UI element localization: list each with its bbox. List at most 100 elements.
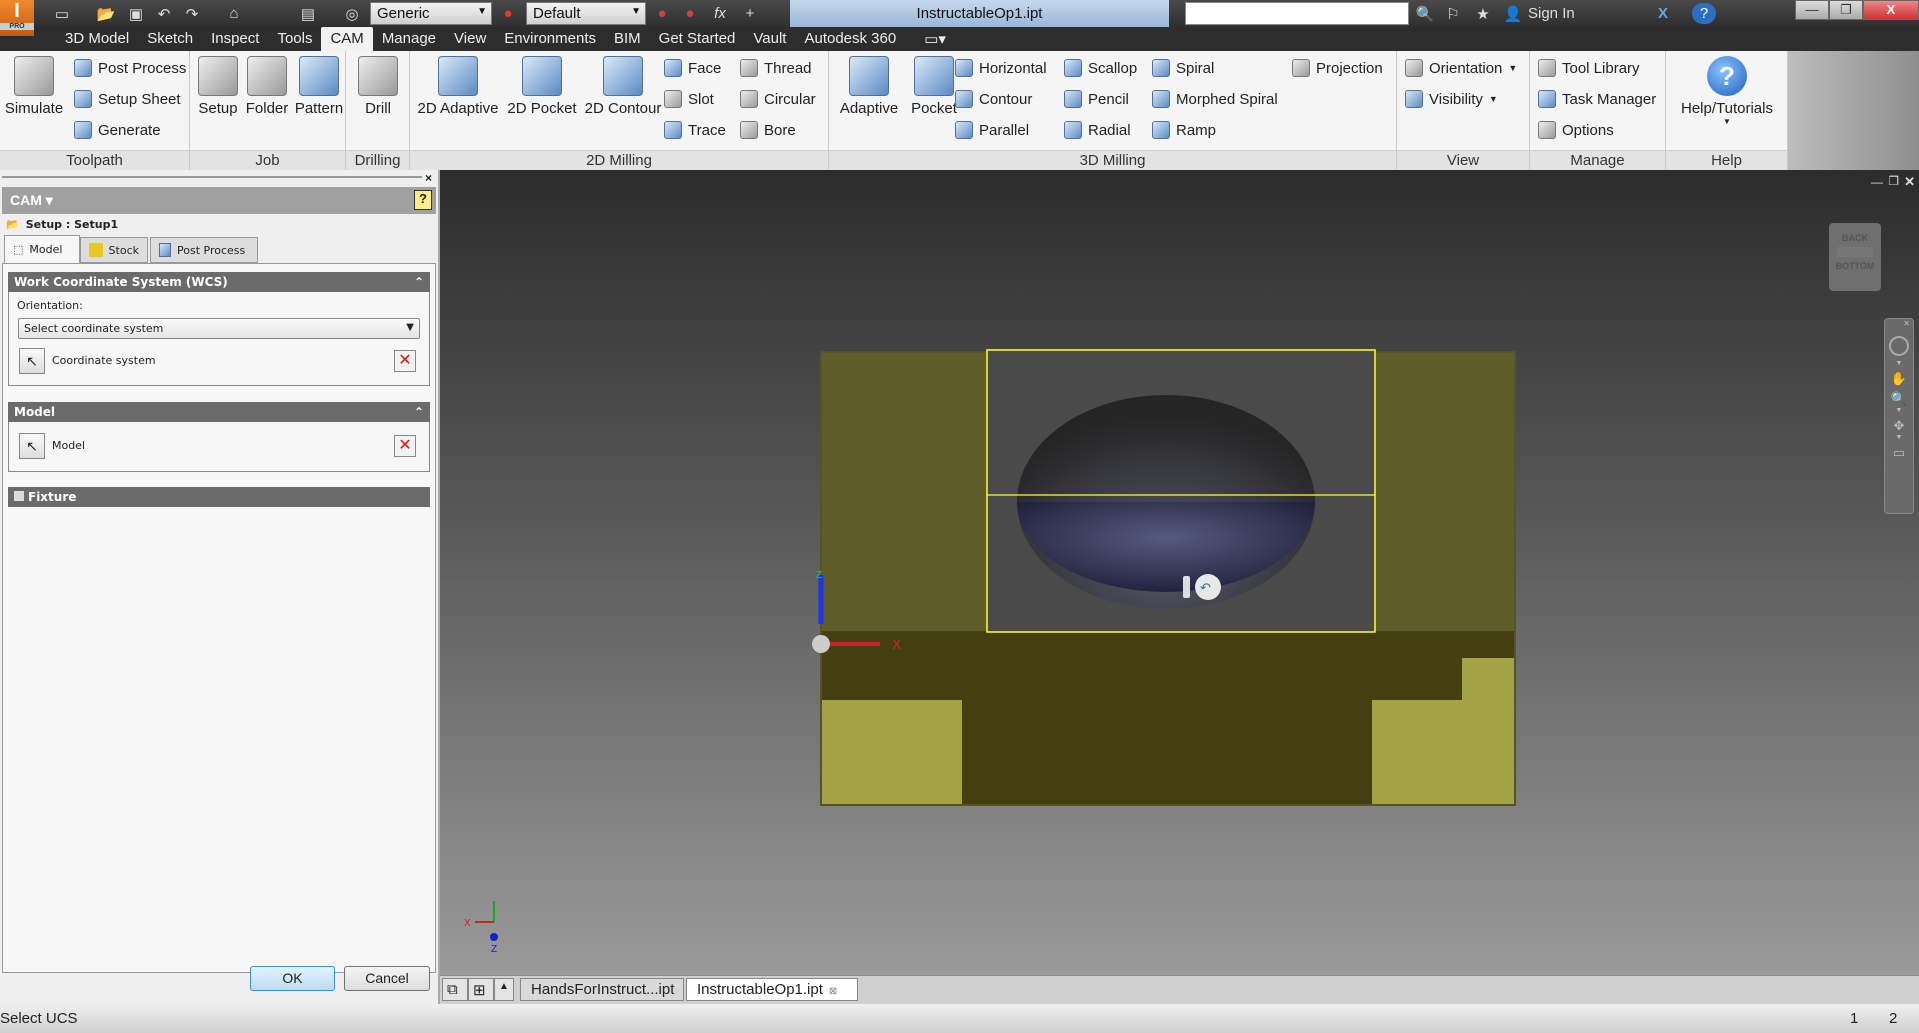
tab-environments[interactable]: Environments <box>495 27 605 51</box>
adjust-appearance-icon[interactable]: ● <box>652 3 672 24</box>
checkbox-icon[interactable] <box>14 491 24 501</box>
select-icon[interactable]: ▤ <box>296 3 320 24</box>
doc-tab-instructableop1[interactable]: InstructableOp1.ipt ⊠ <box>686 978 858 1001</box>
slot-button[interactable]: Slot <box>664 90 714 108</box>
tab-view[interactable]: View <box>445 27 495 51</box>
cancel-button[interactable]: Cancel <box>344 966 430 991</box>
setup-button[interactable]: Setup <box>194 56 242 117</box>
sign-in-link[interactable]: Sign In <box>1528 3 1598 24</box>
search-icon[interactable]: 🔍 <box>1414 3 1436 24</box>
tab-cam[interactable]: CAM <box>321 27 373 51</box>
pick-coordinate-system-button[interactable]: ↖ <box>19 348 45 374</box>
tab-3d-model[interactable]: 3D Model <box>56 27 138 51</box>
help-icon[interactable]: ? <box>414 190 432 210</box>
close-button[interactable]: X <box>1863 0 1919 20</box>
minimize-button[interactable]: — <box>1795 0 1829 20</box>
doc-tab-handsforinstruct[interactable]: HandsForInstruct...ipt <box>520 978 684 1001</box>
spiral-button[interactable]: Spiral <box>1152 59 1214 77</box>
model-graphics[interactable]: ↶ X Z <box>440 170 1919 975</box>
contour-button[interactable]: Contour <box>955 90 1032 108</box>
material-icon[interactable]: ◎ <box>340 3 364 24</box>
panel-close-icon[interactable]: × <box>425 171 432 185</box>
orientation-dropdown[interactable]: Orientation ▼ <box>1405 59 1517 77</box>
tab-manage[interactable]: Manage <box>373 27 445 51</box>
2d-pocket-button[interactable]: 2D Pocket <box>504 56 580 117</box>
mini-toolbar-grip[interactable] <box>1183 576 1190 598</box>
redo-icon[interactable]: ↷ <box>180 3 204 24</box>
subscription-icon[interactable]: ⚐ <box>1442 3 1464 24</box>
color-wheel-icon[interactable]: ● <box>496 3 520 24</box>
wcs-section-header[interactable]: Work Coordinate System (WCS) ⌃ <box>8 272 430 292</box>
3d-viewport[interactable]: — ❐ ✕ BACK BOTTOM ✕ ▼ ✋ 🔍 ▼ ✥ ▼ ▭ ↶ X Z … <box>440 170 1919 975</box>
panel-grip[interactable] <box>2 176 422 178</box>
home-icon[interactable]: ⌂ <box>222 3 246 24</box>
help-tutorials-button[interactable]: ? Help/Tutorials ▼ <box>1670 56 1784 126</box>
save-icon[interactable]: ▣ <box>124 3 148 24</box>
collapse-icon[interactable]: ⌃ <box>414 275 424 289</box>
2d-contour-button[interactable]: 2D Contour <box>580 56 666 117</box>
fixture-section-header[interactable]: Fixture <box>8 487 430 507</box>
setup-sheet-button[interactable]: Setup Sheet <box>74 90 181 108</box>
morphed-spiral-button[interactable]: Morphed Spiral <box>1152 90 1278 108</box>
ok-button[interactable]: OK <box>250 966 335 991</box>
clear-coordinate-system-button[interactable]: ✕ <box>394 350 416 372</box>
pattern-button[interactable]: Pattern <box>292 56 346 117</box>
tool-library-button[interactable]: Tool Library <box>1538 59 1640 77</box>
orientation-select[interactable]: Select coordinate system ▼ <box>18 318 420 339</box>
horizontal-button[interactable]: Horizontal <box>955 59 1047 77</box>
fixture-block-right[interactable] <box>1372 700 1515 805</box>
restore-button[interactable]: ❐ <box>1829 0 1863 20</box>
measure-icon[interactable]: + <box>740 3 760 24</box>
drill-button[interactable]: Drill <box>354 56 402 117</box>
tab-bim[interactable]: BIM <box>605 27 650 51</box>
tab-post-process[interactable]: Post Process <box>150 237 258 263</box>
visibility-dropdown[interactable]: Visibility ▼ <box>1405 90 1498 108</box>
open-file-icon[interactable]: 📂 <box>94 3 118 24</box>
folder-button[interactable]: Folder <box>242 56 292 117</box>
open-documents-menu-icon[interactable]: ▲ <box>494 978 514 1001</box>
projection-button[interactable]: Projection <box>1292 59 1383 77</box>
trace-button[interactable]: Trace <box>664 121 726 139</box>
favorites-star-icon[interactable]: ★ <box>1472 3 1494 24</box>
simulate-button[interactable]: Simulate <box>4 56 64 117</box>
undo-icon[interactable]: ↶ <box>152 3 176 24</box>
search-input[interactable] <box>1185 2 1409 25</box>
cam-menu[interactable]: CAM ▾ <box>10 192 53 209</box>
circular-button[interactable]: Circular <box>740 90 816 108</box>
task-manager-button[interactable]: Task Manager <box>1538 90 1656 108</box>
clear-model-button[interactable]: ✕ <box>394 435 416 457</box>
pencil-button[interactable]: Pencil <box>1064 90 1129 108</box>
post-process-button[interactable]: Post Process <box>74 59 186 77</box>
appearance-dropdown[interactable]: Default ▼ <box>526 2 646 25</box>
collapse-icon[interactable]: ⌃ <box>414 405 424 419</box>
tab-inspect[interactable]: Inspect <box>202 27 268 51</box>
thread-button[interactable]: Thread <box>740 59 812 77</box>
fixture-step-right[interactable] <box>1462 658 1515 703</box>
tab-tools[interactable]: Tools <box>268 27 321 51</box>
fixture-block-left[interactable] <box>821 700 962 805</box>
tab-stock[interactable]: Stock <box>80 237 148 263</box>
ramp-button[interactable]: Ramp <box>1152 121 1216 139</box>
radial-button[interactable]: Radial <box>1064 121 1131 139</box>
clear-appearance-icon[interactable]: ● <box>680 3 700 24</box>
scallop-button[interactable]: Scallop <box>1064 59 1137 77</box>
model-section-header[interactable]: Model ⌃ <box>8 402 430 422</box>
pick-model-button[interactable]: ↖ <box>19 433 45 459</box>
exchange-icon[interactable]: X <box>1652 3 1674 24</box>
tab-sketch[interactable]: Sketch <box>138 27 202 51</box>
parameters-icon[interactable]: fx <box>710 3 730 24</box>
2d-adaptive-button[interactable]: 2D Adaptive <box>414 56 502 117</box>
new-file-icon[interactable]: ▭ <box>48 3 76 24</box>
close-tab-icon[interactable]: ⊠ <box>829 986 837 997</box>
ribbon-display-toggle-icon[interactable]: ▭▾ <box>915 27 955 51</box>
cascade-windows-icon[interactable]: ⧉ <box>442 978 468 1001</box>
face-button[interactable]: Face <box>664 59 721 77</box>
tile-windows-icon[interactable]: ⊞ <box>468 978 494 1001</box>
adaptive-button[interactable]: Adaptive <box>833 56 905 117</box>
generate-button[interactable]: Generate <box>74 121 161 139</box>
tab-get-started[interactable]: Get Started <box>650 27 745 51</box>
options-button[interactable]: Options <box>1538 121 1614 139</box>
help-icon[interactable]: ? <box>1692 3 1716 24</box>
app-menu-button[interactable]: I PRO <box>0 0 34 36</box>
origin-sphere[interactable] <box>812 635 830 653</box>
